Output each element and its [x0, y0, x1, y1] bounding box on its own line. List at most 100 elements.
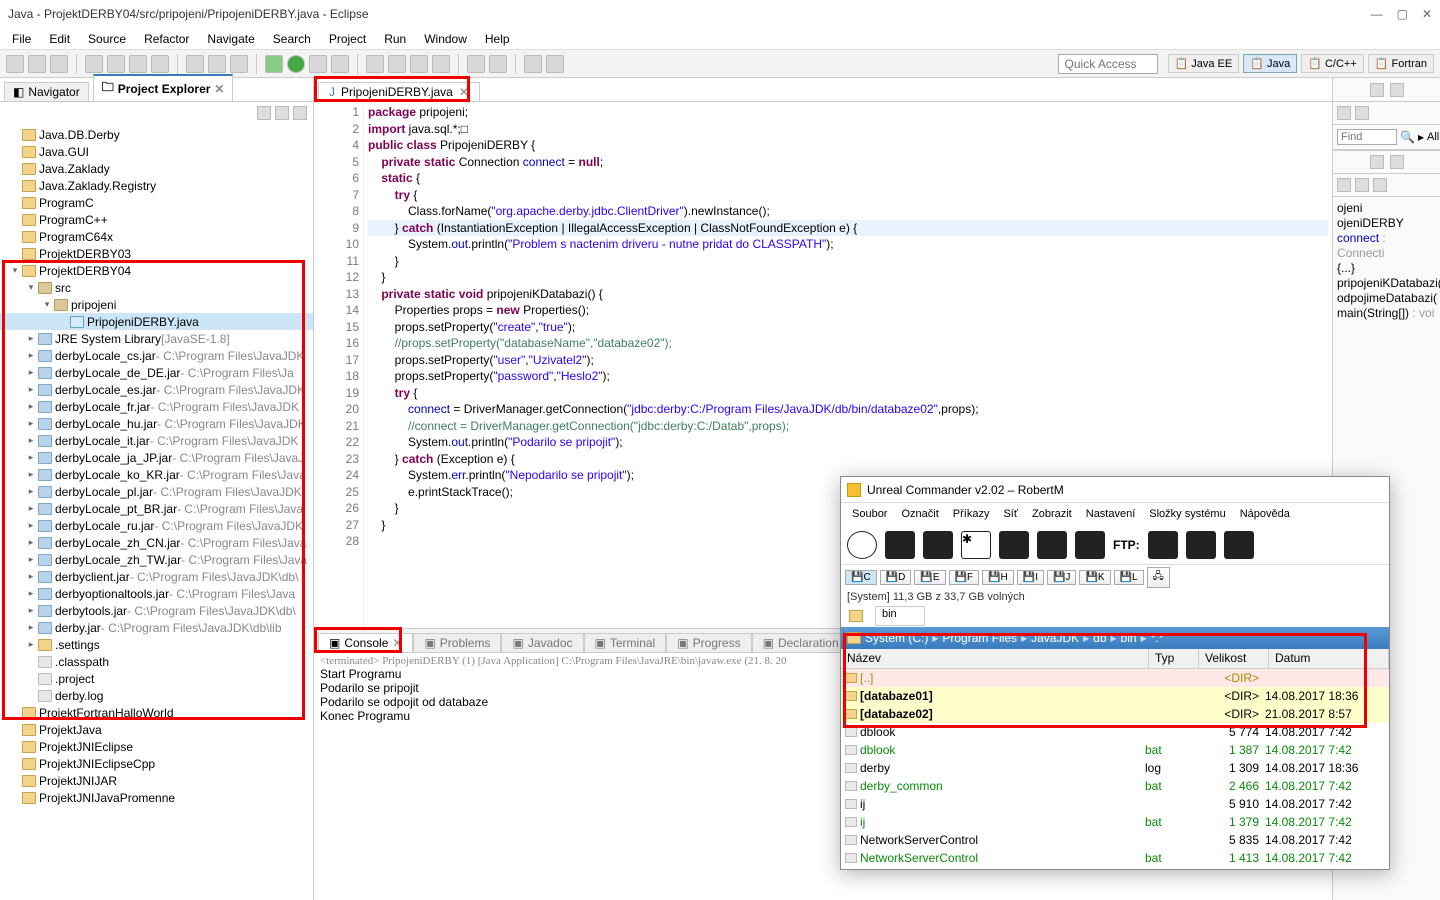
maximize-button[interactable]: ▢ [1397, 7, 1408, 21]
tree-node[interactable]: ▸.settings [0, 636, 313, 653]
uc-col-date[interactable]: Datum [1269, 649, 1389, 668]
tree-node[interactable]: ProjektJNIEclipseCpp [0, 755, 313, 772]
expand-arrow[interactable]: ▸ [24, 554, 38, 565]
uc-path-segment[interactable]: System (C:) [865, 631, 928, 645]
toolbar-button[interactable] [28, 55, 46, 73]
toolbar-button[interactable] [6, 55, 24, 73]
uc-tool-icon[interactable] [1148, 531, 1178, 559]
outline-item[interactable]: odpojimeDatabazi( [1337, 291, 1436, 306]
find-input[interactable] [1337, 129, 1397, 145]
uc-file-row[interactable]: dblook5 77414.08.2017 7:42 [841, 723, 1389, 741]
uc-file-row[interactable]: ijbat1 37914.08.2017 7:42 [841, 813, 1389, 831]
outline-icon[interactable] [1337, 106, 1351, 120]
perspective-javaee[interactable]: 📋 Java EE [1168, 54, 1240, 73]
uc-file-row[interactable]: dblookbat1 38714.08.2017 7:42 [841, 741, 1389, 759]
expand-arrow[interactable]: ▸ [24, 503, 38, 514]
uc-path-segment[interactable]: bin [1121, 631, 1137, 645]
uc-tool-icon[interactable] [999, 531, 1029, 559]
tree-node[interactable]: .project [0, 670, 313, 687]
tree-node[interactable]: ▾ProjektDERBY04 [0, 262, 313, 279]
link-editor-button[interactable] [275, 106, 289, 120]
search-icon[interactable]: 🔍 [1400, 130, 1415, 144]
tree-node[interactable]: ▸derbyLocale_hu.jar - C:\Program Files\J… [0, 415, 313, 432]
close-button[interactable]: ✕ [1422, 7, 1432, 21]
view-menu-button[interactable] [293, 106, 307, 120]
uc-file-row[interactable]: [databaze02]<DIR>21.08.2017 8:57 [841, 705, 1389, 723]
expand-arrow[interactable]: ▸ [24, 639, 38, 650]
toolbar-button[interactable] [230, 55, 248, 73]
menu-navigate[interactable]: Navigate [199, 30, 262, 48]
menu-file[interactable]: File [4, 30, 39, 48]
outline-view-icon[interactable] [1370, 155, 1384, 169]
tree-node[interactable]: ▸derbyLocale_fr.jar - C:\Program Files\J… [0, 398, 313, 415]
uc-path-segment[interactable]: JavaJDK [1031, 631, 1079, 645]
toolbar-button[interactable] [432, 55, 450, 73]
tree-node[interactable]: ▸derbyLocale_ko_KR.jar - C:\Program File… [0, 466, 313, 483]
menu-refactor[interactable]: Refactor [136, 30, 197, 48]
uc-menu-item[interactable]: Síť [996, 506, 1025, 522]
tree-node[interactable]: Java.DB.Derby [0, 126, 313, 143]
uc-drive-j[interactable]: 💾J [1047, 570, 1076, 585]
tree-node[interactable]: ▸derbyLocale_pl.jar - C:\Program Files\J… [0, 483, 313, 500]
view-tab-declaration[interactable]: ▣Declaration [752, 633, 850, 652]
close-icon[interactable] [1390, 155, 1404, 169]
outline-item[interactable]: ojeni [1337, 201, 1436, 216]
tree-node[interactable]: ProgramC64x [0, 228, 313, 245]
menu-window[interactable]: Window [416, 30, 475, 48]
run-button[interactable] [287, 55, 305, 73]
uc-tool-icon[interactable] [885, 531, 915, 559]
expand-arrow[interactable]: ▾ [40, 299, 54, 310]
expand-arrow[interactable]: ▸ [24, 571, 38, 582]
tree-node[interactable]: Java.Zaklady [0, 160, 313, 177]
toolbar-button[interactable] [85, 55, 103, 73]
tree-node[interactable]: ▸derbyLocale_zh_TW.jar - C:\Program File… [0, 551, 313, 568]
uc-menu-item[interactable]: Zobrazit [1025, 506, 1079, 522]
tree-node[interactable]: ProjektDERBY03 [0, 245, 313, 262]
uc-menu-item[interactable]: Nápověda [1233, 506, 1297, 522]
debug-button[interactable] [265, 55, 283, 73]
uc-menu-item[interactable]: Označit [894, 506, 945, 522]
outline-item[interactable]: main(String[]) : voi [1337, 306, 1436, 321]
view-tab-problems[interactable]: ▣Problems [413, 633, 501, 652]
uc-ftp-label[interactable]: FTP: [1113, 538, 1140, 552]
uc-path-segment[interactable]: Program Files [942, 631, 1017, 645]
toolbar-button[interactable] [467, 55, 485, 73]
tree-node[interactable]: ▸derbyclient.jar - C:\Program Files\Java… [0, 568, 313, 585]
outline-item[interactable]: connect : Connecti [1337, 231, 1436, 261]
tree-node[interactable]: ▸derbyLocale_cs.jar - C:\Program Files\J… [0, 347, 313, 364]
uc-tool-icon[interactable] [923, 531, 953, 559]
uc-file-row[interactable]: [..]<DIR> [841, 669, 1389, 687]
outline-item[interactable]: {...} [1337, 261, 1436, 276]
project-explorer-tab[interactable]: 🗀Project Explorer✕ [93, 74, 234, 101]
uc-tool-icon[interactable] [847, 531, 877, 559]
toolbar-button[interactable] [331, 55, 349, 73]
expand-arrow[interactable]: ▸ [24, 350, 38, 361]
uc-drive-c[interactable]: 💾C [845, 570, 877, 585]
tree-node[interactable]: ▸derbyLocale_it.jar - C:\Program Files\J… [0, 432, 313, 449]
uc-panel-tab[interactable]: bin [875, 606, 925, 626]
tree-node[interactable]: derby.log [0, 687, 313, 704]
find-all-arrow[interactable]: ▸ [1418, 130, 1424, 144]
perspective-cc[interactable]: 📋 C/C++ [1301, 54, 1364, 73]
uc-tool-icon[interactable] [1186, 531, 1216, 559]
tree-node[interactable]: PripojeniDERBY.java [0, 313, 313, 330]
forward-button[interactable] [546, 55, 564, 73]
menu-source[interactable]: Source [80, 30, 134, 48]
toolbar-button[interactable] [151, 55, 169, 73]
tree-node[interactable]: .classpath [0, 653, 313, 670]
tree-node[interactable]: ProjektJNIEclipse [0, 738, 313, 755]
tree-node[interactable]: ProjektJNIJAR [0, 772, 313, 789]
uc-menu-item[interactable]: Složky systému [1142, 506, 1232, 522]
toolbar-button[interactable] [186, 55, 204, 73]
uc-path-segment[interactable]: *.* [1151, 631, 1164, 645]
expand-arrow[interactable]: ▸ [24, 605, 38, 616]
perspective-fortran[interactable]: 📋 Fortran [1368, 54, 1434, 73]
tree-node[interactable]: ProjektJNIJavaPromenne [0, 789, 313, 806]
toolbar-button[interactable] [129, 55, 147, 73]
uc-drive-k[interactable]: 💾K [1079, 570, 1110, 585]
filter-icon[interactable] [1355, 178, 1369, 192]
uc-file-row[interactable]: NetworkServerControl5 83514.08.2017 7:42 [841, 831, 1389, 849]
tree-node[interactable]: ▸derbyLocale_es.jar - C:\Program Files\J… [0, 381, 313, 398]
sort-icon[interactable] [1337, 178, 1351, 192]
tree-node[interactable]: Java.Zaklady.Registry [0, 177, 313, 194]
